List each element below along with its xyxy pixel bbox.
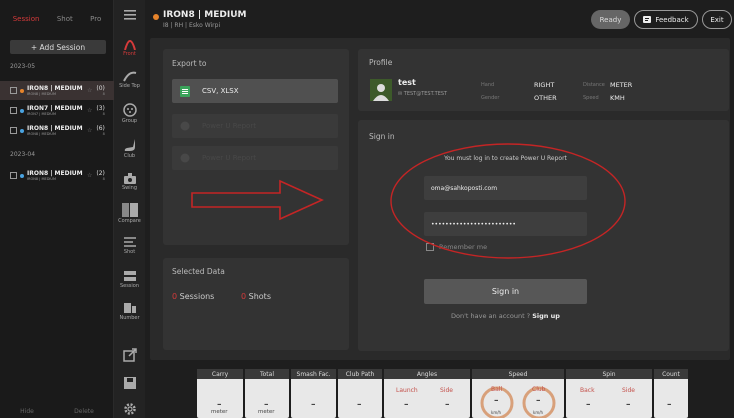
annotation-ellipse — [390, 143, 626, 259]
metric-total: Total – meter — [245, 369, 289, 418]
metric-count: Count – — [654, 369, 688, 418]
metric-angles: Angles Launch Side – – — [384, 369, 470, 418]
metric-spin: Spin Back Side – – — [566, 369, 652, 418]
metric-smash-factor: Smash Fac. – — [291, 369, 336, 418]
metric-speed: Speed Ball Club – – km/h km/h — [472, 369, 564, 418]
speed-gauges — [480, 386, 556, 418]
annotation-overlay — [191, 143, 626, 259]
annotation-arrow-icon — [191, 179, 324, 221]
metric-club-path: Club Path – — [338, 369, 382, 418]
metric-carry: Carry – meter — [197, 369, 243, 418]
